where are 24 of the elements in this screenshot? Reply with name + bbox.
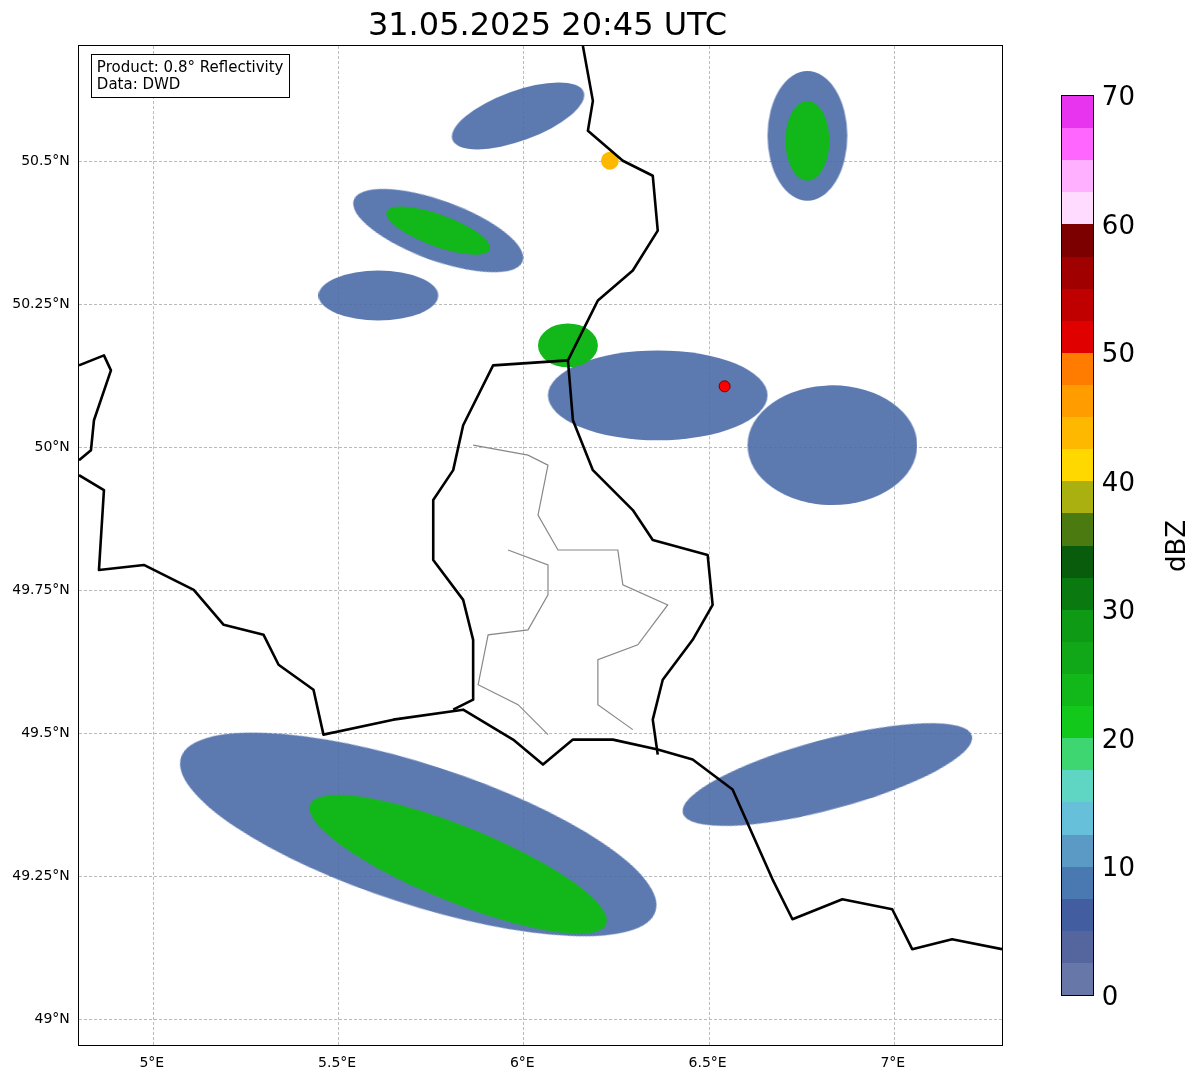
longitude-label: 5.5°E [318,1054,357,1070]
longitude-label: 5°E [139,1054,165,1070]
scale-label: 0 [1101,981,1119,1011]
scale-label: 10 [1101,852,1135,883]
latitude-label: 49.25°N [12,867,70,883]
latitude-label: 50°N [34,438,70,454]
longitude-label: 6.5°E [688,1054,727,1070]
scale-label: 70 [1101,81,1135,111]
latitude-label: 50.5°N [21,152,70,168]
scale-label: 40 [1101,466,1135,497]
chart-title: 31.05.2025 20:45 UTC [367,4,728,45]
scale-label: 50 [1101,338,1135,369]
latitude-label: 49.5°N [21,724,70,740]
legend-text: Product: 0.8° Reflectivity [96,59,284,76]
longitude-label: 7°E [880,1054,906,1070]
scale-label: 60 [1101,209,1135,240]
scale-label: 30 [1101,595,1135,626]
latitude-label: 49°N [34,1010,70,1026]
latitude-label: 50.25°N [12,295,70,311]
longitude-label: 6°E [509,1054,535,1070]
legend-text: Data: DWD [96,76,182,93]
latitude-label: 49.75°N [12,581,70,597]
scale-unit-label: dBZ [1160,519,1191,572]
scale-label: 20 [1101,723,1135,754]
